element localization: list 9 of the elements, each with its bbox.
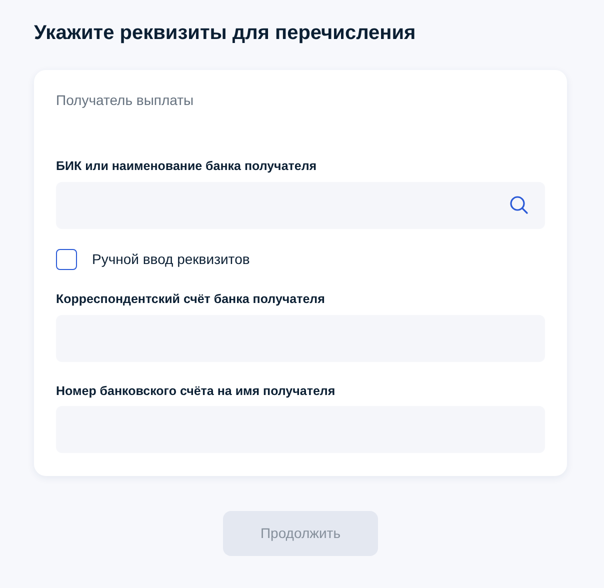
checkbox-label: Ручной ввод реквизитов xyxy=(92,250,250,269)
field-label: Корреспондентский счёт банка получателя xyxy=(56,290,326,308)
checkbox[interactable] xyxy=(56,248,77,270)
field-label: БИК или наименование банка получателя xyxy=(56,158,318,175)
search-field[interactable] xyxy=(56,182,545,229)
search-icon[interactable] xyxy=(509,195,529,216)
page-title: Укажите реквизиты для перечисления xyxy=(34,21,417,46)
section-label: Получатель выплаты xyxy=(56,91,195,110)
field-label: Номер банковского счёта на имя получателя xyxy=(56,382,336,400)
